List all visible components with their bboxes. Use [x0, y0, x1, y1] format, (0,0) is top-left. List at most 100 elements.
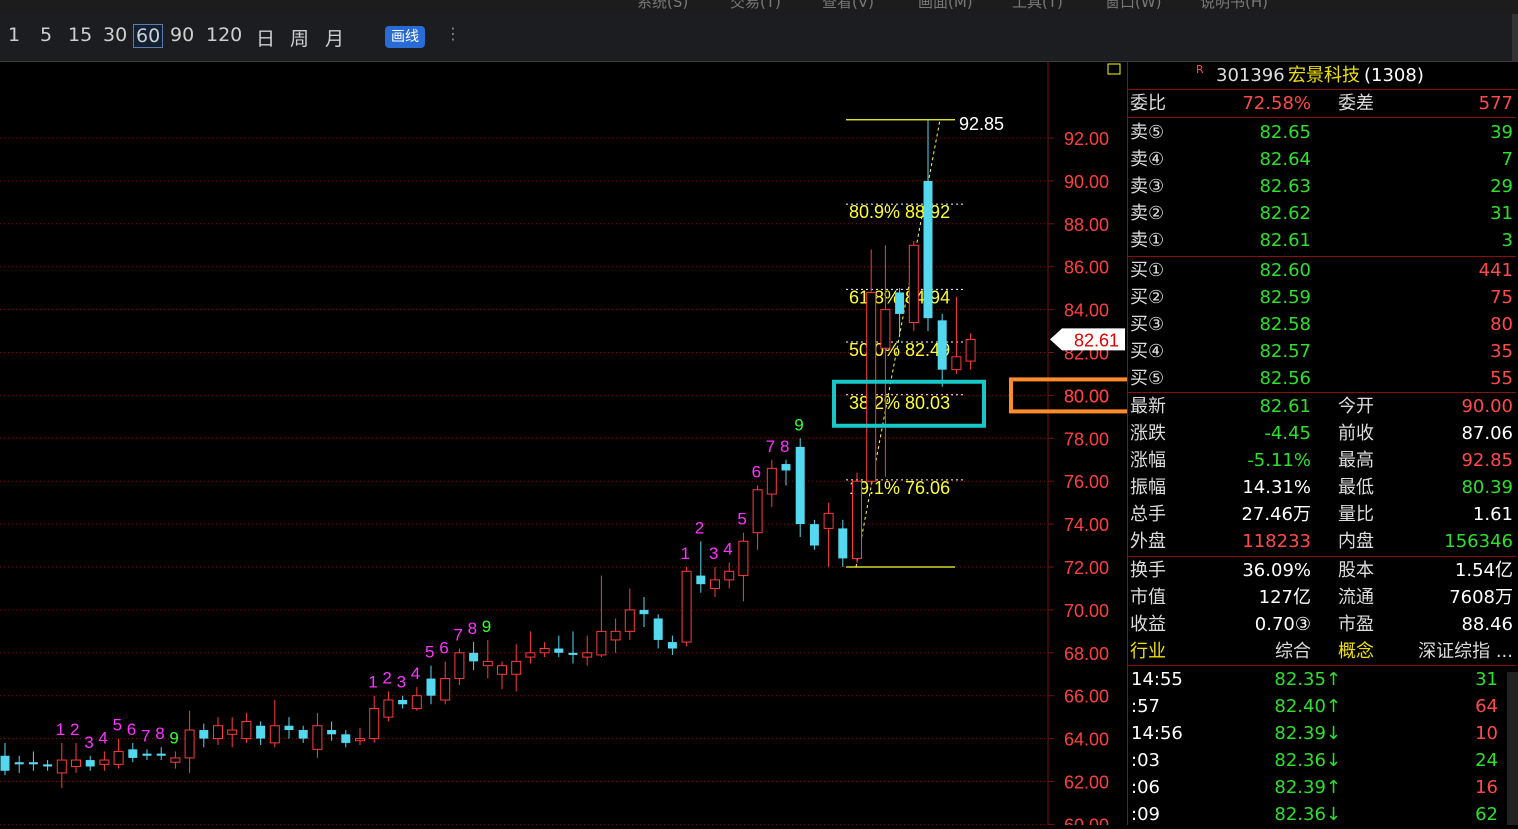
stat-row: 总手 27.46万 量比 1.61: [1128, 501, 1516, 528]
candle-body: [696, 575, 706, 585]
td-count-mark: 1: [56, 720, 65, 739]
period-60[interactable]: 60: [133, 24, 164, 48]
candle-body: [440, 678, 451, 701]
candle-body: [624, 609, 635, 632]
y-tick-label: 86.00: [1064, 258, 1109, 278]
candlestick-chart[interactable]: 92.00 90.00 88.00 86.00 84.00 82.00 80.00 78.00…: [0, 62, 1133, 829]
bid-row: 买③ 82.58 80: [1128, 311, 1516, 338]
quote-text: 87.06: [1461, 423, 1513, 444]
y-tick-label: 70.00: [1064, 601, 1109, 621]
quote-text: 股本: [1338, 560, 1374, 581]
quote-text: 118233: [1242, 531, 1311, 552]
fib-level-label: 50.0% 82.49: [849, 340, 950, 360]
quote-text: 最新: [1130, 396, 1166, 417]
td-count-mark: 5: [737, 510, 746, 529]
candle-body: [482, 660, 493, 667]
period-120[interactable]: 120: [204, 24, 244, 46]
quote-text: 内盘: [1338, 531, 1374, 552]
y-tick-label: 92.00: [1064, 129, 1109, 149]
td-count-mark: 7: [141, 726, 150, 745]
candle-body: [113, 750, 124, 765]
quote-text: 82.61: [1259, 396, 1311, 417]
menu-item[interactable]: 查看(V): [822, 0, 874, 12]
menu-item[interactable]: 系统(S): [637, 0, 688, 12]
quote-text: 82.64: [1259, 149, 1311, 170]
period-15[interactable]: 15: [66, 24, 94, 46]
candle-body: [639, 609, 649, 615]
candle-body: [738, 540, 749, 577]
quote-text: 577: [1478, 93, 1513, 114]
quote-text: 82.39↑: [1274, 777, 1341, 798]
quote-text: 82.36↓: [1274, 750, 1341, 771]
panel-toggle-icon: [1107, 63, 1121, 75]
candle-body: [710, 579, 720, 589]
td-count-mark: 2: [70, 720, 79, 739]
ask-row: 卖④ 82.64 7: [1128, 146, 1516, 173]
period-月[interactable]: 月: [323, 24, 346, 51]
period-日[interactable]: 日: [254, 24, 277, 51]
quote-text: 80: [1490, 314, 1513, 335]
quote-text: 卖⑤: [1130, 122, 1165, 143]
quote-text: 1.54亿: [1454, 560, 1513, 581]
quote-text: 82.60: [1259, 260, 1311, 281]
period-90[interactable]: 90: [168, 24, 196, 46]
candle-body: [28, 762, 38, 765]
draw-line-button[interactable]: 画线: [385, 26, 425, 48]
quote-text: 35: [1490, 341, 1513, 362]
quote-text: 0.70③: [1254, 614, 1311, 635]
tick-row: :09 82.36↓ 62: [1128, 801, 1516, 828]
candle-body: [256, 725, 266, 739]
divider: [1128, 117, 1516, 118]
td-count-mark: 1: [681, 544, 690, 563]
quote-text: 涨跌: [1130, 423, 1166, 444]
quote-text: 7: [1501, 149, 1513, 170]
stat-row: 振幅 14.31% 最低 80.39: [1128, 474, 1516, 501]
quote-text: 委比: [1130, 93, 1166, 114]
quote-text: 振幅: [1130, 477, 1166, 498]
quote-text: 82.40↑: [1274, 696, 1341, 717]
td-count-mark: 6: [752, 462, 761, 481]
industry-row: 行业 综合 概念 深证综指 ...: [1128, 638, 1516, 665]
menu-item[interactable]: 画面(M): [918, 0, 973, 12]
y-tick-label: 76.00: [1064, 472, 1109, 492]
candle-body: [469, 652, 479, 662]
candle-body: [426, 678, 436, 696]
quote-text: :09: [1131, 804, 1160, 825]
period-30[interactable]: 30: [101, 24, 129, 46]
y-tick-label: 64.00: [1064, 730, 1109, 750]
ask-row: 卖② 82.62 31: [1128, 200, 1516, 227]
period-5[interactable]: 5: [38, 24, 54, 46]
menu-item[interactable]: 工具(T): [1012, 0, 1063, 12]
quote-text: 82.65: [1259, 122, 1311, 143]
quote-text: 62: [1475, 804, 1498, 825]
menu-item[interactable]: 窗口(W): [1105, 0, 1162, 12]
candle-body: [923, 180, 933, 319]
fundamental-row: 收益 0.70③ 市盈 88.46: [1128, 611, 1516, 638]
candle-body: [852, 480, 862, 559]
bid-row: 买① 82.60 441: [1128, 257, 1516, 284]
quote-text: 10: [1475, 723, 1498, 744]
td-count-mark: 4: [98, 728, 107, 747]
period-1[interactable]: 1: [6, 24, 22, 46]
ticks-scrollbar[interactable]: [1507, 672, 1518, 825]
quote-text: 441: [1478, 260, 1513, 281]
toolbar-scrollbar[interactable]: [1512, 14, 1518, 61]
stat-row: 涨幅 -5.11% 最高 92.85: [1128, 447, 1516, 474]
tick-row: 14:55 82.35↑ 31: [1128, 666, 1516, 693]
candle-body: [0, 755, 10, 771]
quote-text: 90.00: [1461, 396, 1513, 417]
quote-text: :06: [1131, 777, 1160, 798]
candle-body: [539, 648, 550, 654]
menu-item[interactable]: 说明书(H): [1200, 0, 1268, 12]
quote-text: 卖①: [1130, 230, 1165, 251]
toolbar-grip-icon[interactable]: ⋮: [445, 24, 461, 43]
quote-text: 概念: [1338, 641, 1374, 662]
quote-text: 买③: [1130, 314, 1165, 335]
menu-item[interactable]: 交易(T): [730, 0, 781, 12]
tick-row: :06 82.39↑ 16: [1128, 774, 1516, 801]
period-周[interactable]: 周: [288, 24, 311, 51]
candle-body: [156, 753, 166, 756]
quote-text: 72.58%: [1242, 93, 1311, 114]
candle-body: [908, 244, 919, 323]
candle-body: [269, 725, 280, 744]
